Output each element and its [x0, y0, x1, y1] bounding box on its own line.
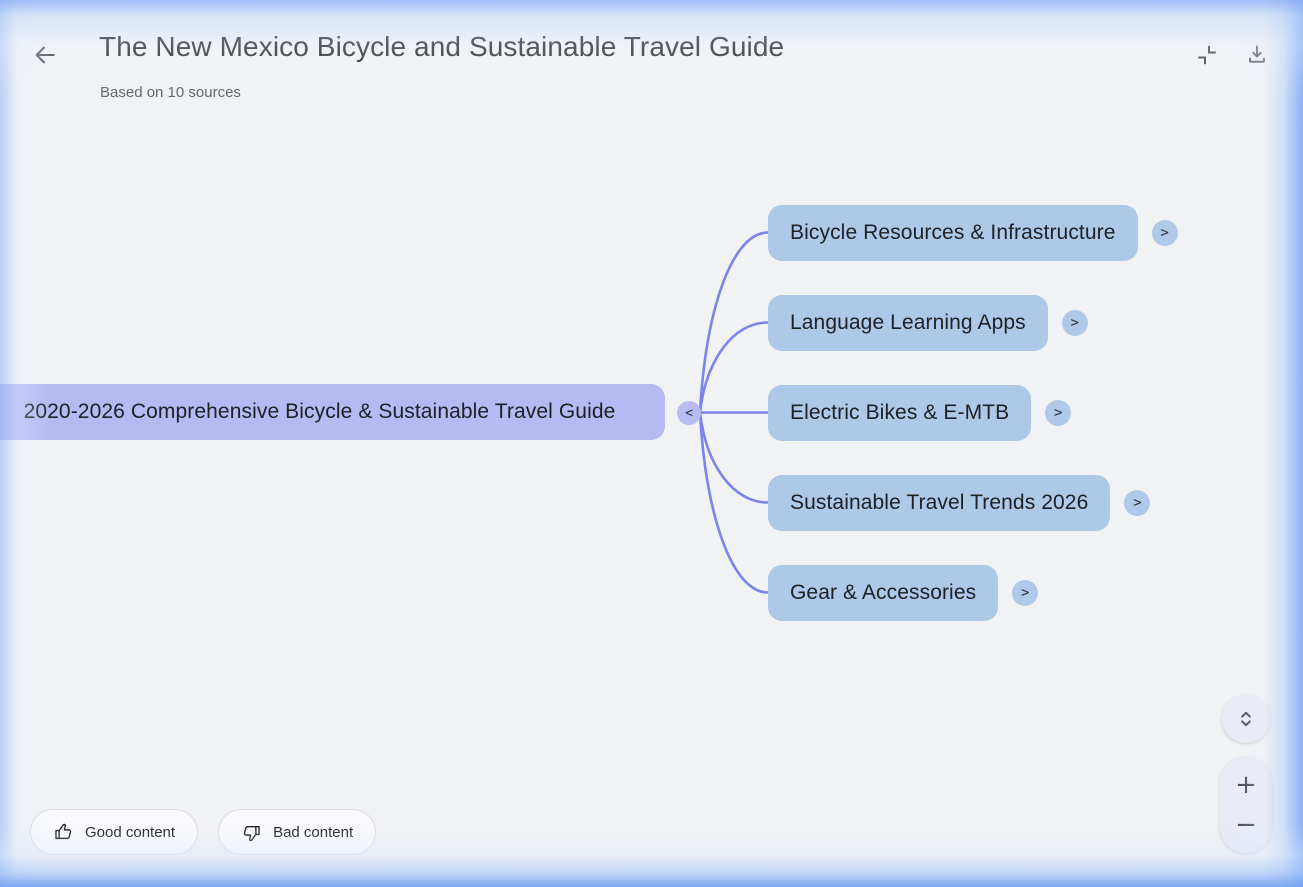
collapse-content-button[interactable]	[1190, 38, 1224, 72]
expand-chevron-glyph: >	[1133, 495, 1141, 511]
collapse-content-icon	[1195, 43, 1219, 67]
expand-toggle[interactable]: >	[1012, 580, 1038, 606]
expand-toggle[interactable]: >	[1045, 400, 1071, 426]
mindmap-node-bicycle-resources[interactable]: Bicycle Resources & Infrastructure	[768, 205, 1138, 261]
back-button[interactable]	[28, 38, 62, 72]
expand-toggle[interactable]: >	[1062, 310, 1088, 336]
fit-to-screen-button[interactable]	[1222, 695, 1270, 743]
sources-count-label: Based on 10 sources	[100, 84, 241, 101]
mindmap-branch-row: Language Learning Apps >	[768, 295, 1088, 351]
node-label: Electric Bikes & E-MTB	[790, 401, 1009, 425]
collapse-chevron-glyph: <	[685, 406, 693, 421]
bad-content-label: Bad content	[273, 824, 353, 841]
connector-line	[700, 323, 768, 413]
bad-content-button[interactable]: Bad content	[218, 809, 376, 855]
mindmap-connectors	[0, 0, 1303, 887]
mindmap-branch-row: Gear & Accessories >	[768, 565, 1038, 621]
mindmap-branch-row: Electric Bikes & E-MTB >	[768, 385, 1071, 441]
expand-chevron-glyph: >	[1071, 315, 1079, 331]
zoom-in-button[interactable]: +	[1220, 757, 1272, 805]
thumbs-down-icon	[241, 822, 262, 843]
unfold-more-icon	[1234, 707, 1258, 731]
mindmap-node-gear-accessories[interactable]: Gear & Accessories	[768, 565, 998, 621]
mindmap-branch-row: Bicycle Resources & Infrastructure >	[768, 205, 1178, 261]
feedback-bar: Good content Bad content	[30, 809, 376, 855]
mindmap-branch-row: Sustainable Travel Trends 2026 >	[768, 475, 1150, 531]
mindmap-node-sustainable-trends[interactable]: Sustainable Travel Trends 2026	[768, 475, 1110, 531]
zoom-control: + −	[1220, 757, 1272, 853]
node-label: Sustainable Travel Trends 2026	[790, 491, 1088, 515]
mindmap-node-electric-bikes[interactable]: Electric Bikes & E-MTB	[768, 385, 1031, 441]
node-label: Bicycle Resources & Infrastructure	[790, 221, 1116, 245]
expand-toggle[interactable]: >	[1152, 220, 1178, 246]
expand-chevron-glyph: >	[1160, 225, 1168, 241]
node-label: Language Learning Apps	[790, 311, 1026, 335]
download-icon	[1245, 43, 1269, 67]
zoom-out-button[interactable]: −	[1220, 805, 1272, 853]
mindmap-canvas: The New Mexico Bicycle and Sustainable T…	[0, 0, 1303, 887]
root-collapse-toggle[interactable]: <	[677, 401, 701, 425]
root-node-label: 2020-2026 Comprehensive Bicycle & Sustai…	[24, 400, 616, 424]
download-button[interactable]	[1240, 38, 1274, 72]
connector-line	[700, 413, 768, 503]
good-content-button[interactable]: Good content	[30, 809, 198, 855]
expand-toggle[interactable]: >	[1124, 490, 1150, 516]
expand-chevron-glyph: >	[1021, 585, 1029, 601]
expand-chevron-glyph: >	[1054, 405, 1062, 421]
mindmap-root-node[interactable]: 2020-2026 Comprehensive Bicycle & Sustai…	[0, 384, 665, 440]
arrow-left-icon	[32, 42, 58, 68]
page-title: The New Mexico Bicycle and Sustainable T…	[99, 31, 784, 63]
mindmap-node-language-apps[interactable]: Language Learning Apps	[768, 295, 1048, 351]
good-content-label: Good content	[85, 824, 175, 841]
thumbs-up-icon	[53, 822, 74, 843]
node-label: Gear & Accessories	[790, 581, 976, 605]
